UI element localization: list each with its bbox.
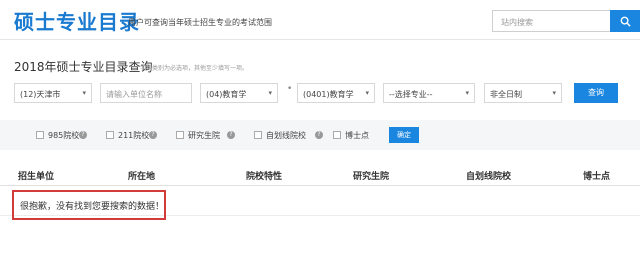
help-icon[interactable]: ?: [315, 131, 323, 139]
unit-name-input[interactable]: 请输入单位名称: [100, 83, 192, 103]
filter-label-211: 211院校: [118, 131, 150, 140]
chevron-down-icon: ▾: [552, 89, 556, 97]
confirm-button[interactable]: 确定: [389, 127, 419, 143]
query-title: 2018年硕士专业目录查询: [14, 60, 153, 74]
filter-bar: 985院校 ? 211院校 ? 研究生院 ? 自划线院校 ? 博士点 确定: [0, 120, 640, 150]
checkbox-211[interactable]: [106, 131, 114, 139]
query-button[interactable]: 查询: [574, 83, 618, 103]
required-marker: •: [287, 84, 293, 94]
site-search-input[interactable]: 站内搜索: [492, 10, 610, 32]
empty-result-message: 很抱歉，没有找到您要搜索的数据！: [12, 190, 166, 220]
discipline-select[interactable]: (04)教育学 ▾: [200, 83, 278, 103]
checkbox-self-line[interactable]: [254, 131, 262, 139]
chevron-down-icon: ▾: [82, 89, 86, 97]
checkbox-graduate-school[interactable]: [176, 131, 184, 139]
province-select[interactable]: (12)天津市 ▾: [14, 83, 92, 103]
query-hint: 学科类别为必选项，其他至少填写一项。: [140, 65, 249, 72]
column-header-graduate-school: 研究生院: [353, 172, 390, 182]
study-mode-select[interactable]: 非全日制 ▾: [484, 83, 562, 103]
filter-label-985: 985院校: [48, 131, 80, 140]
filter-label-doctoral: 博士点: [345, 131, 369, 140]
column-header-doctoral: 博士点: [583, 172, 611, 182]
column-header-location: 所在地: [128, 172, 156, 182]
chevron-down-icon: ▾: [268, 89, 272, 97]
checkbox-985[interactable]: [36, 131, 44, 139]
results-table-header: 招生单位 所在地 院校特性 研究生院 自划线院校 博士点: [0, 162, 640, 186]
column-header-unit: 招生单位: [18, 172, 55, 182]
chevron-down-icon: ▾: [365, 89, 369, 97]
discipline-select-value: (04)教育学: [206, 90, 247, 99]
help-icon[interactable]: ?: [227, 131, 235, 139]
site-header: 硕士专业目录 用户可查询当年硕士招生专业的考试范围 站内搜索: [0, 0, 640, 40]
chevron-down-icon: ▾: [465, 89, 469, 97]
site-logo[interactable]: 硕士专业目录: [14, 6, 140, 35]
search-icon: [620, 16, 631, 27]
province-select-value: (12)天津市: [20, 90, 61, 99]
major-select-value: --选择专业--: [389, 90, 433, 99]
help-icon[interactable]: ?: [79, 131, 87, 139]
column-header-features: 院校特性: [246, 172, 283, 182]
filter-label-self-line: 自划线院校: [266, 131, 306, 140]
checkbox-doctoral[interactable]: [333, 131, 341, 139]
filter-label-graduate-school: 研究生院: [188, 131, 220, 140]
site-search-button[interactable]: [610, 10, 640, 32]
help-icon[interactable]: ?: [149, 131, 157, 139]
site-tagline: 用户可查询当年硕士招生专业的考试范围: [128, 18, 272, 27]
subject-select[interactable]: (0401)教育学 ▾: [297, 83, 375, 103]
major-select[interactable]: --选择专业-- ▾: [383, 83, 475, 103]
subject-select-value: (0401)教育学: [303, 90, 354, 99]
column-header-self-line: 自划线院校: [466, 172, 512, 182]
study-mode-select-value: 非全日制: [490, 90, 522, 99]
